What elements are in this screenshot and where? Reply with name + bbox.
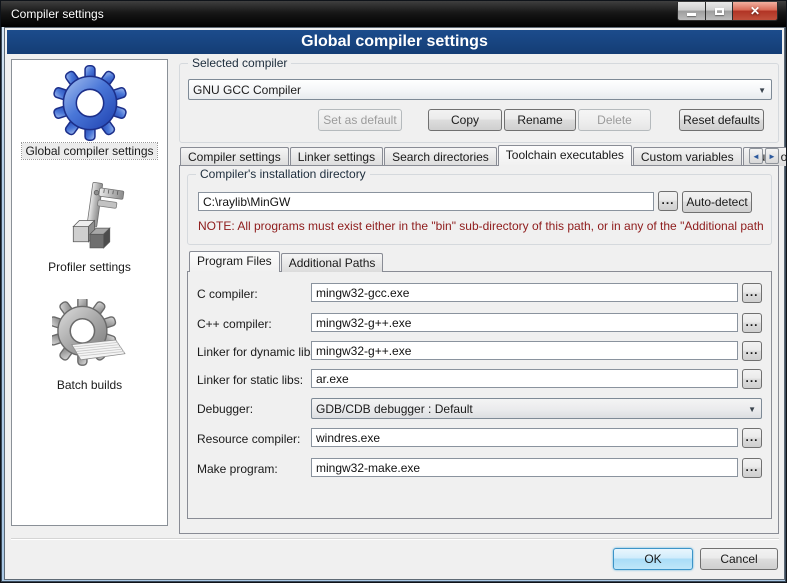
make-program-input[interactable] — [311, 458, 738, 477]
c-compiler-browse-button[interactable]: ... — [742, 283, 762, 303]
tab-program-files[interactable]: Program Files — [189, 251, 280, 272]
sidebar-item-global-compiler-settings[interactable]: Global compiler settings — [12, 65, 167, 159]
page-title: Global compiler settings — [7, 30, 782, 54]
static-linker-browse-button[interactable]: ... — [742, 369, 762, 389]
cancel-button[interactable]: Cancel — [700, 548, 778, 570]
maximize-button[interactable] — [706, 2, 733, 21]
rename-button[interactable]: Rename — [504, 109, 576, 131]
chevron-down-icon: ▼ — [758, 86, 766, 95]
program-files-panel — [187, 271, 772, 519]
sidebar-item-label: Profiler settings — [45, 259, 134, 275]
window-title: Compiler settings — [11, 7, 104, 21]
sidebar-item-label: Global compiler settings — [22, 143, 156, 159]
tab-search-directories[interactable]: Search directories — [384, 147, 497, 166]
tab-compiler-settings[interactable]: Compiler settings — [180, 147, 289, 166]
group-legend: Selected compiler — [188, 56, 291, 70]
c-compiler-input[interactable] — [311, 283, 738, 302]
tab-scroll-right-button[interactable]: ► — [765, 148, 779, 164]
selected-compiler-group: Selected compiler GNU GCC Compiler ▼ Set… — [179, 63, 779, 143]
close-button[interactable]: ✕ — [733, 2, 778, 21]
sidebar-item-batch-builds[interactable]: Batch builds — [12, 299, 167, 393]
tab-additional-paths[interactable]: Additional Paths — [281, 253, 384, 272]
delete-button[interactable]: Delete — [578, 109, 651, 131]
tab-scroll-left-button[interactable]: ◄ — [749, 148, 763, 164]
browse-directory-button[interactable]: ... — [658, 191, 678, 211]
reset-defaults-button[interactable]: Reset defaults — [679, 109, 764, 131]
tab-custom-variables[interactable]: Custom variables — [633, 147, 742, 166]
debugger-select-value: GDB/CDB debugger : Default — [316, 402, 473, 416]
group-legend: Compiler's installation directory — [196, 167, 370, 181]
caliper-icon — [52, 181, 128, 257]
bin-subdirectory-note: NOTE: All programs must exist either in … — [198, 219, 764, 233]
debugger-select[interactable]: GDB/CDB debugger : Default ▼ — [311, 398, 762, 419]
auto-detect-button[interactable]: Auto-detect — [682, 191, 752, 213]
installation-directory-group: Compiler's installation directory ... Au… — [187, 174, 772, 245]
dynamic-linker-browse-button[interactable]: ... — [742, 341, 762, 361]
gray-gear-stack-icon — [52, 299, 128, 375]
title-bar[interactable]: Compiler settings ✕ — [1, 1, 786, 27]
minimize-icon — [687, 13, 696, 16]
ok-button[interactable]: OK — [613, 548, 693, 570]
resource-compiler-input[interactable] — [311, 428, 738, 447]
tab-linker-settings[interactable]: Linker settings — [290, 147, 383, 166]
compiler-settings-dialog: Compiler settings ✕ Global compiler sett… — [0, 0, 787, 583]
dynamic-linker-input[interactable] — [311, 341, 738, 360]
set-as-default-button[interactable]: Set as default — [318, 109, 402, 131]
settings-category-list: Global compiler settings — [11, 59, 168, 526]
make-program-browse-button[interactable]: ... — [742, 458, 762, 478]
sidebar-item-profiler-settings[interactable]: Profiler settings — [12, 181, 167, 275]
sidebar-item-label: Batch builds — [54, 377, 125, 393]
close-icon: ✕ — [750, 4, 760, 18]
footer-divider — [11, 538, 779, 540]
chevron-down-icon: ▼ — [748, 405, 756, 414]
cpp-compiler-browse-button[interactable]: ... — [742, 313, 762, 333]
installation-directory-input[interactable] — [198, 192, 654, 211]
cpp-compiler-input[interactable] — [311, 313, 738, 332]
compiler-select[interactable]: GNU GCC Compiler ▼ — [188, 79, 772, 100]
dialog-client-area: Global compiler settings — [4, 27, 785, 580]
resource-compiler-browse-button[interactable]: ... — [742, 428, 762, 448]
compiler-select-value: GNU GCC Compiler — [193, 83, 301, 97]
copy-button[interactable]: Copy — [428, 109, 502, 131]
minimize-button[interactable] — [677, 2, 706, 21]
static-linker-input[interactable] — [311, 369, 738, 388]
program-tabs: Program Files Additional Paths — [189, 251, 384, 272]
blue-gear-icon — [52, 65, 128, 141]
tab-toolchain-executables[interactable]: Toolchain executables — [498, 145, 632, 166]
compiler-tabs: Compiler settings Linker settings Search… — [180, 145, 787, 166]
maximize-icon — [715, 8, 724, 15]
